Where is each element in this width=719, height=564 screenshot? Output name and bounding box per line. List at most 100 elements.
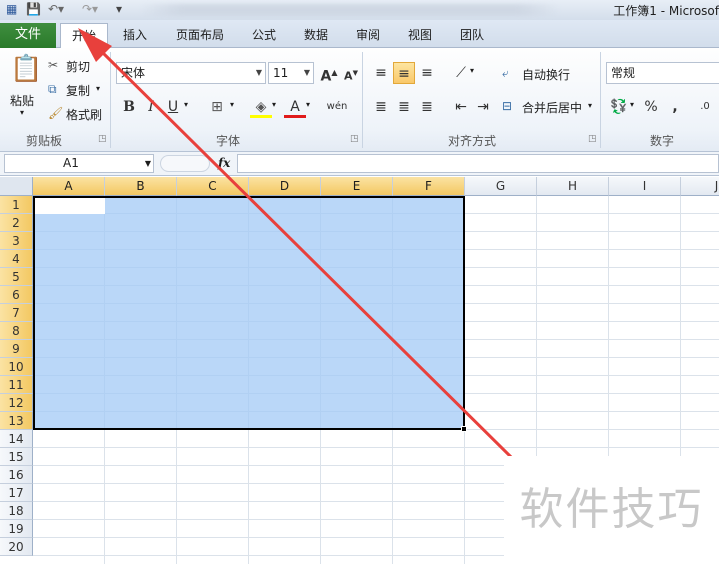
decrease-indent-icon[interactable]: ⇤ [450, 96, 472, 118]
column-header-a[interactable]: A [33, 177, 105, 196]
align-right-icon[interactable]: ≣ [416, 96, 438, 118]
customize-toolbar-icon[interactable]: ▾ [116, 2, 122, 17]
row-header-15[interactable]: 15 [0, 448, 33, 466]
column-header-j[interactable]: J [681, 177, 719, 196]
currency-dropdown-icon[interactable]: ▾ [630, 100, 634, 109]
select-all-button[interactable] [0, 177, 33, 196]
excel-app-icon[interactable]: ▦ [6, 2, 17, 17]
clipboard-launcher-icon[interactable]: ◳ [98, 134, 107, 144]
font-size-value: 11 [273, 66, 289, 80]
font-color-icon[interactable]: A [284, 96, 306, 118]
borders-dropdown-icon[interactable]: ▾ [230, 100, 234, 109]
cut-button[interactable]: 剪切 [66, 58, 90, 75]
row-header-6[interactable]: 6 [0, 286, 33, 304]
row-header-5[interactable]: 5 [0, 268, 33, 286]
formula-splitter[interactable] [160, 155, 210, 172]
tab-review[interactable]: 审阅 [346, 23, 390, 48]
row-header-9[interactable]: 9 [0, 340, 33, 358]
insert-function-icon[interactable]: fx [218, 156, 230, 170]
number-format-select[interactable]: 常规 [606, 62, 719, 84]
tab-insert[interactable]: 插入 [112, 23, 158, 48]
save-icon[interactable]: 💾 [26, 2, 41, 17]
align-center-icon[interactable]: ≣ [393, 96, 415, 118]
column-header-i[interactable]: I [609, 177, 681, 196]
tab-file[interactable]: 文件 [0, 23, 56, 48]
alignment-group-label: 对齐方式 [448, 134, 497, 148]
wrap-text-button[interactable]: 自动换行 [522, 66, 570, 83]
row-header-18[interactable]: 18 [0, 502, 33, 520]
row-header-12[interactable]: 12 [0, 394, 33, 412]
italic-button[interactable]: I [140, 96, 162, 118]
row-header-13[interactable]: 13 [0, 412, 33, 430]
row-header-8[interactable]: 8 [0, 322, 33, 340]
tab-formulas[interactable]: 公式 [242, 23, 286, 48]
active-cell[interactable] [35, 198, 105, 214]
row-header-2[interactable]: 2 [0, 214, 33, 232]
fill-color-icon[interactable]: ◈ [250, 96, 272, 118]
font-launcher-icon[interactable]: ◳ [350, 134, 359, 144]
column-header-f[interactable]: F [393, 177, 465, 196]
font-name-select[interactable]: 宋体 ▼ [116, 62, 266, 84]
paste-icon[interactable]: 📋 [10, 54, 42, 84]
row-header-11[interactable]: 11 [0, 376, 33, 394]
column-header-e[interactable]: E [321, 177, 393, 196]
fill-color-dropdown-icon[interactable]: ▾ [272, 100, 276, 109]
tab-team[interactable]: 团队 [450, 23, 494, 48]
borders-icon[interactable]: ⊞ [206, 96, 228, 118]
copy-dropdown-icon[interactable]: ▾ [96, 84, 100, 93]
format-painter-button[interactable]: 格式刷 [66, 106, 102, 123]
fill-handle[interactable] [461, 426, 467, 432]
row-header-16[interactable]: 16 [0, 466, 33, 484]
increase-indent-icon[interactable]: ⇥ [472, 96, 494, 118]
row-header-14[interactable]: 14 [0, 430, 33, 448]
copy-button[interactable]: 复制 [66, 82, 90, 99]
tab-data[interactable]: 数据 [294, 23, 338, 48]
percent-button[interactable]: % [640, 96, 662, 118]
currency-format-icon[interactable]: 💱 [608, 96, 630, 118]
align-middle-icon[interactable]: ≡ [393, 62, 415, 84]
increase-decimal-icon[interactable]: .0 [694, 96, 716, 118]
shrink-font-icon[interactable]: A▼ [340, 62, 362, 84]
name-box-value: A1 [63, 156, 79, 170]
merge-dropdown-icon[interactable]: ▾ [588, 101, 592, 110]
tab-view[interactable]: 视图 [398, 23, 442, 48]
align-top-icon[interactable]: ≡ [370, 62, 392, 84]
orientation-dropdown-icon[interactable]: ▾ [470, 66, 474, 75]
formula-input[interactable] [237, 154, 719, 173]
row-header-19[interactable]: 19 [0, 520, 33, 538]
grow-font-icon[interactable]: A▲ [318, 62, 340, 85]
row-header-4[interactable]: 4 [0, 250, 33, 268]
tab-page-layout[interactable]: 页面布局 [168, 23, 232, 48]
row-header-17[interactable]: 17 [0, 484, 33, 502]
bold-button[interactable]: B [118, 96, 140, 118]
tab-home[interactable]: 开始 [60, 23, 108, 49]
redo-icon[interactable]: ↷▾ [82, 2, 98, 17]
font-color-dropdown-icon[interactable]: ▾ [306, 100, 310, 109]
phonetic-guide-icon[interactable]: wén [324, 96, 350, 118]
row-header-3[interactable]: 3 [0, 232, 33, 250]
undo-icon[interactable]: ↶▾ [48, 2, 64, 17]
underline-button[interactable]: U [162, 96, 184, 118]
font-size-select[interactable]: 11 ▼ [268, 62, 314, 84]
column-header-h[interactable]: H [537, 177, 609, 196]
column-header-d[interactable]: D [249, 177, 321, 196]
selected-range[interactable] [33, 196, 467, 432]
align-left-icon[interactable]: ≣ [370, 96, 392, 118]
chevron-down-icon: ▼ [144, 159, 151, 168]
merge-center-button[interactable]: 合并后居中 [522, 99, 582, 116]
alignment-launcher-icon[interactable]: ◳ [588, 134, 597, 144]
comma-button[interactable]: , [664, 96, 686, 118]
column-header-c[interactable]: C [177, 177, 249, 196]
paste-button[interactable]: 粘贴 [10, 92, 34, 109]
underline-dropdown-icon[interactable]: ▾ [184, 100, 188, 109]
row-header-10[interactable]: 10 [0, 358, 33, 376]
column-header-b[interactable]: B [105, 177, 177, 196]
name-box[interactable]: A1 ▼ [4, 154, 154, 173]
align-bottom-icon[interactable]: ≡ [416, 62, 438, 84]
paste-dropdown-icon[interactable]: ▾ [20, 108, 24, 117]
row-header-1[interactable]: 1 [0, 196, 33, 214]
row-header-7[interactable]: 7 [0, 304, 33, 322]
orientation-icon[interactable]: ⟋ [450, 62, 472, 84]
column-header-g[interactable]: G [465, 177, 537, 196]
row-header-20[interactable]: 20 [0, 538, 33, 556]
